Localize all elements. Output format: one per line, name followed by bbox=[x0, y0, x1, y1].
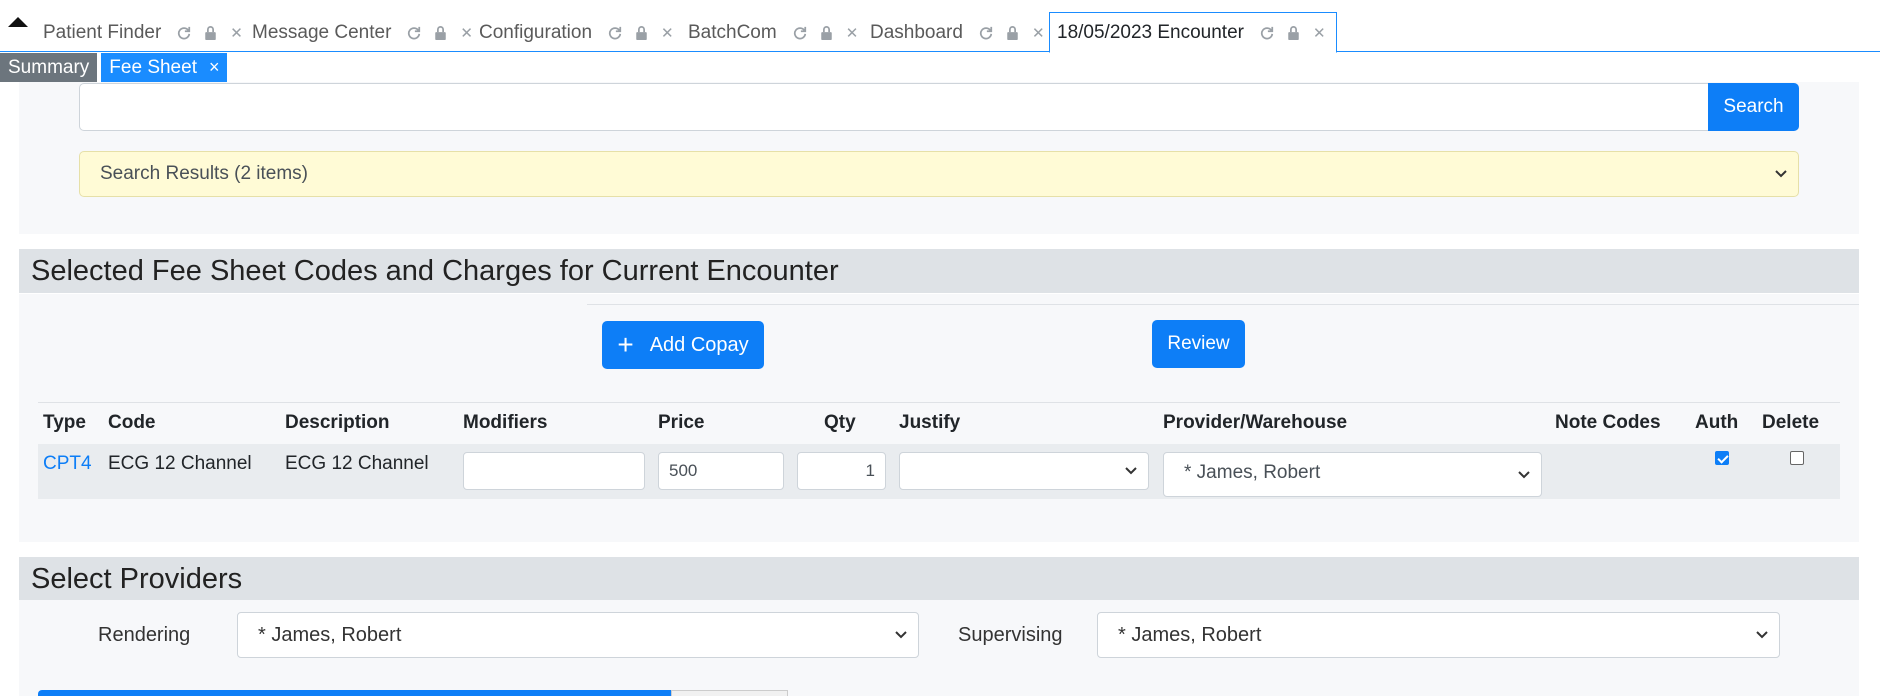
chevron-down-icon bbox=[1756, 631, 1768, 639]
subtab-bar: Summary Fee Sheet × bbox=[0, 53, 231, 82]
tab-label: Patient Finder bbox=[43, 22, 162, 43]
lock-icon[interactable] bbox=[204, 26, 217, 40]
chevron-down-icon bbox=[1775, 170, 1787, 178]
refresh-icon[interactable] bbox=[608, 26, 622, 40]
tab-dashboard[interactable]: Dashboard ✕ bbox=[862, 14, 1066, 52]
refresh-icon[interactable] bbox=[979, 26, 993, 40]
column-header: Qty bbox=[824, 412, 856, 433]
column-header: Code bbox=[108, 412, 156, 433]
justify-select[interactable] bbox=[899, 452, 1149, 490]
tab-bar: Patient Finder ✕ Message Center ✕ Config… bbox=[0, 0, 1880, 53]
fee-codes-section-title: Selected Fee Sheet Codes and Charges for… bbox=[19, 249, 1859, 293]
search-results-label: Search Results (2 items) bbox=[100, 163, 309, 184]
divider bbox=[587, 304, 1859, 305]
column-header: Justify bbox=[899, 412, 961, 433]
close-icon[interactable]: ✕ bbox=[1313, 24, 1326, 42]
column-header: Note Codes bbox=[1555, 412, 1661, 433]
tab-label: Configuration bbox=[479, 22, 593, 43]
fee-codes-panel: + Add Copay Review Type Code Description… bbox=[19, 294, 1859, 542]
providers-section-title: Select Providers bbox=[19, 557, 1859, 601]
chevron-down-icon bbox=[895, 631, 907, 639]
add-copay-button[interactable]: + Add Copay bbox=[602, 321, 764, 369]
description-cell: ECG 12 Channel bbox=[285, 453, 429, 474]
supervising-select[interactable]: * James, Robert bbox=[1097, 612, 1780, 658]
rendering-label: Rendering bbox=[98, 624, 191, 646]
subtab-fee-sheet-label: Fee Sheet bbox=[109, 56, 197, 78]
close-icon[interactable]: ✕ bbox=[230, 24, 243, 42]
qty-input[interactable]: 1 bbox=[797, 452, 886, 490]
delete-checkbox[interactable] bbox=[1790, 451, 1804, 465]
search-input[interactable] bbox=[79, 83, 1789, 131]
tab-encounter[interactable]: 18/05/2023 Encounter ✕ bbox=[1049, 12, 1337, 53]
column-header: Description bbox=[285, 412, 390, 433]
review-button[interactable]: Review bbox=[1152, 320, 1245, 368]
table-row: CPT4 ECG 12 Channel ECG 12 Channel 500 1… bbox=[38, 444, 1840, 499]
close-icon[interactable]: ✕ bbox=[846, 24, 859, 42]
column-header: Auth bbox=[1695, 412, 1739, 433]
tab-batchcom[interactable]: BatchCom ✕ bbox=[680, 14, 879, 52]
save-button-partial[interactable] bbox=[38, 690, 671, 696]
chevron-down-icon bbox=[1125, 467, 1137, 475]
column-header: Delete bbox=[1762, 412, 1820, 433]
rendering-value: * James, Robert bbox=[258, 623, 402, 646]
supervising-value: * James, Robert bbox=[1118, 623, 1262, 646]
column-header: Modifiers bbox=[463, 412, 548, 433]
providers-panel: Rendering * James, Robert Supervising * … bbox=[19, 600, 1859, 696]
fee-table-header: Type Code Description Modifiers Price Qt… bbox=[38, 402, 1840, 442]
modifiers-input[interactable] bbox=[463, 452, 645, 490]
tab-label: Message Center bbox=[252, 22, 392, 43]
lock-icon[interactable] bbox=[434, 26, 447, 40]
close-icon[interactable]: ✕ bbox=[661, 24, 674, 42]
search-panel: Search Search Results (2 items) bbox=[19, 82, 1859, 234]
collapse-caret-icon[interactable] bbox=[8, 17, 28, 27]
lock-icon[interactable] bbox=[635, 26, 648, 40]
search-results-select[interactable]: Search Results (2 items) bbox=[79, 151, 1799, 197]
subtab-summary[interactable]: Summary bbox=[0, 53, 98, 82]
plus-icon: + bbox=[617, 329, 634, 360]
supervising-label: Supervising bbox=[958, 624, 1063, 646]
tab-configuration[interactable]: Configuration ✕ bbox=[471, 14, 695, 52]
price-input[interactable]: 500 bbox=[658, 452, 784, 490]
code-type-link[interactable]: CPT4 bbox=[43, 453, 92, 475]
chevron-down-icon bbox=[1518, 470, 1530, 478]
tab-message-center[interactable]: Message Center ✕ bbox=[244, 14, 494, 52]
refresh-icon[interactable] bbox=[407, 26, 421, 40]
rendering-select[interactable]: * James, Robert bbox=[237, 612, 919, 658]
refresh-icon[interactable] bbox=[793, 26, 807, 40]
tab-patient-finder[interactable]: Patient Finder ✕ bbox=[35, 14, 264, 52]
subtab-fee-sheet[interactable]: Fee Sheet × bbox=[101, 53, 228, 82]
tab-label: Dashboard bbox=[870, 22, 963, 43]
column-header: Provider/Warehouse bbox=[1163, 412, 1348, 433]
tab-label: BatchCom bbox=[688, 22, 777, 43]
search-button[interactable]: Search bbox=[1708, 83, 1799, 131]
provider-value: * James, Robert bbox=[1184, 462, 1321, 483]
provider-select[interactable]: * James, Robert bbox=[1163, 452, 1542, 497]
code-cell: ECG 12 Channel bbox=[108, 453, 252, 474]
lock-icon[interactable] bbox=[820, 26, 833, 40]
close-icon[interactable]: × bbox=[209, 57, 220, 78]
refresh-icon[interactable] bbox=[177, 26, 191, 40]
tab-label: 18/05/2023 Encounter bbox=[1057, 21, 1244, 43]
column-header: Price bbox=[658, 412, 705, 433]
secondary-button-partial[interactable] bbox=[671, 690, 788, 696]
refresh-icon[interactable] bbox=[1260, 26, 1274, 40]
auth-checkbox[interactable] bbox=[1715, 451, 1729, 465]
close-icon[interactable]: ✕ bbox=[1032, 24, 1045, 42]
add-copay-label: Add Copay bbox=[649, 333, 749, 356]
lock-icon[interactable] bbox=[1287, 25, 1300, 40]
column-header: Type bbox=[43, 412, 86, 433]
lock-icon[interactable] bbox=[1006, 26, 1019, 40]
